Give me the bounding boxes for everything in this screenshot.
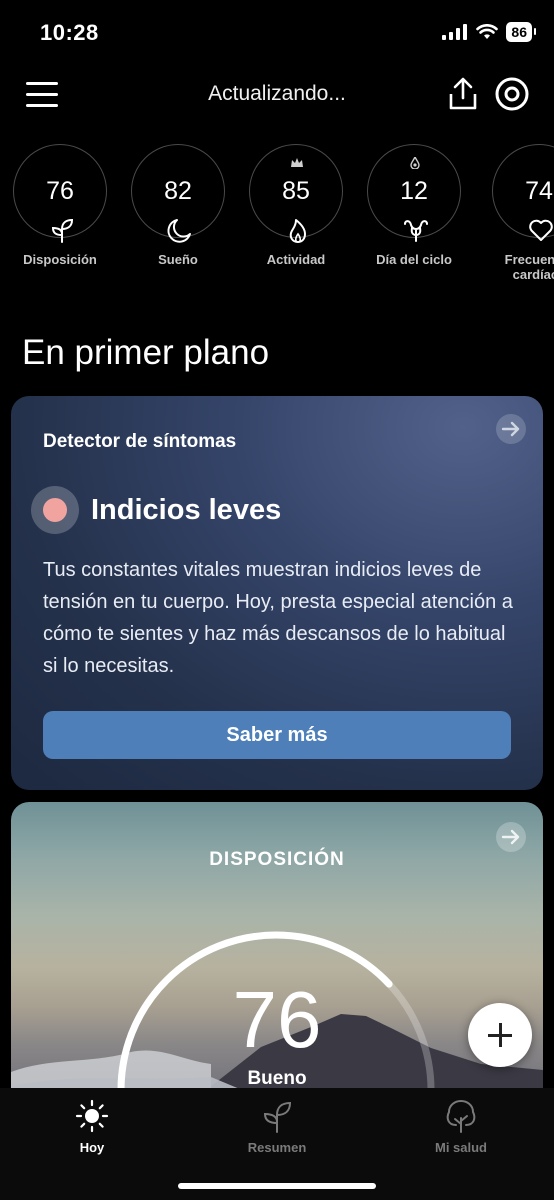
moon-icon <box>167 219 191 243</box>
score-frecuencia-cardiaca[interactable]: 74 Frecuencia cardíaca <box>484 144 554 282</box>
indicator-dot-inner <box>43 498 67 522</box>
wifi-icon <box>476 24 499 39</box>
score-disposicion[interactable]: 76 Disposición <box>12 144 108 267</box>
uterus-icon <box>404 220 428 242</box>
ring-icon <box>495 77 529 111</box>
score-value: 82 <box>164 177 192 205</box>
tree-icon <box>446 1100 476 1133</box>
crown-icon <box>291 158 303 167</box>
nav-tab-mi-salud[interactable]: Mi salud <box>401 1098 521 1155</box>
nav-tab-resumen[interactable]: Resumen <box>217 1098 337 1155</box>
indicator-description: Tus constantes vitales muestran indicios… <box>43 559 513 677</box>
nav-tab-hoy[interactable]: Hoy <box>32 1098 152 1155</box>
add-button[interactable] <box>468 1003 532 1067</box>
disposition-label: DISPOSICIÓN <box>209 849 345 870</box>
indicator-title: Indicios leves <box>91 494 282 526</box>
score-value: 76 <box>46 177 74 205</box>
ring-button[interactable] <box>494 76 530 112</box>
status-bar: 10:28 86 <box>0 0 554 66</box>
nav-label: Resumen <box>247 1140 307 1155</box>
share-icon <box>449 77 477 110</box>
score-value: 74 <box>525 177 553 205</box>
score-ring: 76 <box>13 144 107 243</box>
score-value: 12 <box>400 177 428 205</box>
battery-indicator: 86 <box>506 22 536 42</box>
flame-icon <box>289 219 306 243</box>
status-time: 10:28 <box>40 20 99 45</box>
score-label: Sueño <box>158 252 198 267</box>
heart-icon <box>529 219 553 241</box>
card-arrow-button[interactable] <box>496 822 526 852</box>
score-ring: 82 <box>131 144 225 243</box>
disposition-card[interactable]: DISPOSICIÓN 76 Bueno <box>11 802 543 1102</box>
score-label: Frecuencia cardíaca <box>504 252 554 282</box>
symptom-detector-card[interactable]: Detector de síntomas Indicios leves Tus … <box>11 396 543 790</box>
score-ring: 74 <box>492 144 554 241</box>
nav-label: Hoy <box>79 1140 105 1155</box>
score-value: 85 <box>282 177 310 205</box>
home-indicator <box>178 1183 376 1189</box>
score-sueno[interactable]: 82 Sueño <box>130 144 226 267</box>
card-title: Detector de síntomas <box>43 431 237 452</box>
score-label: Disposición <box>23 252 97 267</box>
score-label: Día del ciclo <box>376 252 452 267</box>
score-dia-del-ciclo[interactable]: 12 Día del ciclo <box>366 144 462 267</box>
disposition-score: 76 <box>232 975 322 1064</box>
indicator-dot <box>31 486 79 534</box>
score-label: Actividad <box>266 252 326 267</box>
card-arrow-button[interactable] <box>496 414 526 444</box>
share-button[interactable] <box>446 76 480 112</box>
signal-icon <box>442 24 468 40</box>
arrow-right-icon <box>501 829 520 845</box>
nav-label: Mi salud <box>434 1140 487 1155</box>
arrow-right-icon <box>501 421 520 437</box>
learn-more-button[interactable]: Saber más <box>43 711 511 759</box>
disposition-status: Bueno <box>247 1068 307 1089</box>
score-ring: 12 <box>367 144 461 242</box>
sprout-icon <box>263 1101 292 1133</box>
score-ring: 85 <box>249 144 343 243</box>
drop-icon <box>410 157 420 169</box>
app-header: Actualizando... <box>0 72 554 120</box>
sun-icon <box>75 1099 109 1133</box>
score-carousel[interactable]: 76 Disposición 82 Sueño 85 Actividad 12 … <box>12 144 554 294</box>
status-icons: 86 <box>442 22 536 42</box>
section-title: En primer plano <box>22 333 270 372</box>
sprout-icon <box>51 218 74 243</box>
score-actividad[interactable]: 85 Actividad <box>248 144 344 267</box>
